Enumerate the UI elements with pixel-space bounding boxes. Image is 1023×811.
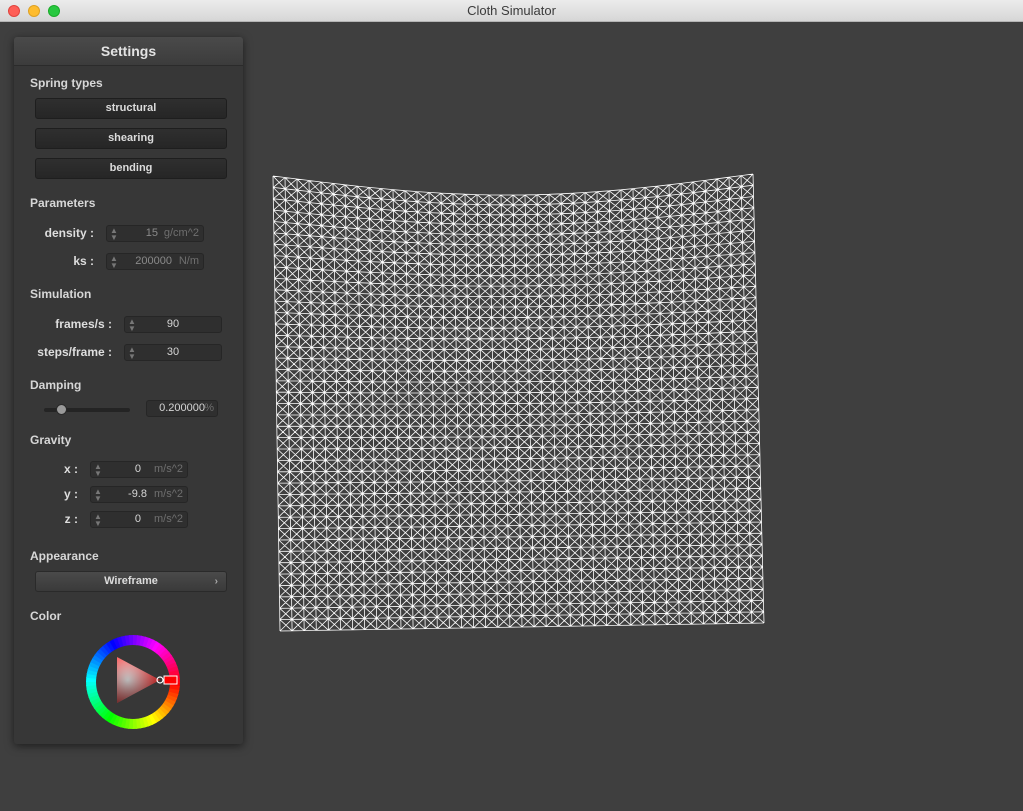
window-title: Cloth Simulator <box>467 3 556 18</box>
gravity-x-label: x : <box>63 462 78 476</box>
gravity-z-field[interactable]: ▲ ▼ 0 m/s^2 <box>90 511 188 528</box>
fps-value: 90 <box>166 318 180 330</box>
ks-label: ks : <box>73 254 94 268</box>
appearance-dropdown[interactable]: Wireframe › <box>35 571 227 592</box>
color-wheel[interactable] <box>86 635 180 734</box>
spinner-icon[interactable]: ▲ ▼ <box>94 513 102 528</box>
steps-value: 30 <box>166 346 180 358</box>
damping-unit: % <box>204 402 214 414</box>
color-wheel-graphic[interactable] <box>86 635 180 729</box>
ks-unit: N/m <box>178 255 199 267</box>
fps-field[interactable]: ▲ ▼ 90 <box>124 316 222 333</box>
chevron-right-icon: › <box>214 576 218 587</box>
spring-types-heading: Spring types <box>30 76 103 90</box>
damping-value: 0.200000 <box>159 402 205 414</box>
settings-header[interactable]: Settings <box>14 37 243 66</box>
spinner-icon[interactable]: ▲ ▼ <box>94 463 102 478</box>
appearance-selected: Wireframe <box>104 575 158 587</box>
steps-label: steps/frame : <box>37 345 112 359</box>
cloth-viewport[interactable] <box>270 170 770 640</box>
parameters-heading: Parameters <box>30 196 96 210</box>
damping-slider-handle[interactable] <box>55 404 67 415</box>
bending-button[interactable]: bending <box>35 158 227 179</box>
simulation-heading: Simulation <box>30 287 92 301</box>
spinner-icon[interactable]: ▲ ▼ <box>94 488 102 503</box>
gravity-y-field[interactable]: ▲ ▼ -9.8 m/s^2 <box>90 486 188 503</box>
ks-field[interactable]: ▲ ▼ 200000 N/m <box>106 253 204 270</box>
color-heading: Color <box>30 609 62 623</box>
gravity-y-value: -9.8 <box>128 488 147 500</box>
shearing-button[interactable]: shearing <box>35 128 227 149</box>
gravity-x-unit: m/s^2 <box>154 463 183 475</box>
gravity-y-unit: m/s^2 <box>154 488 183 500</box>
spinner-icon[interactable]: ▲ ▼ <box>110 255 118 270</box>
spinner-icon[interactable]: ▲ ▼ <box>110 227 118 242</box>
gravity-z-unit: m/s^2 <box>154 513 183 525</box>
appearance-heading: Appearance <box>30 549 99 563</box>
settings-panel: Settings Spring types structural shearin… <box>14 37 243 744</box>
fps-label: frames/s : <box>55 317 112 331</box>
density-value: 15 <box>145 227 158 239</box>
gravity-y-label: y : <box>63 487 78 501</box>
saturation-triangle-shade <box>117 657 160 703</box>
title-bar: Cloth Simulator <box>0 0 1023 22</box>
gravity-x-value: 0 <box>134 463 141 475</box>
density-unit: g/cm^2 <box>163 227 199 239</box>
density-label: density : <box>44 226 94 240</box>
structural-button[interactable]: structural <box>35 98 227 119</box>
gravity-x-field[interactable]: ▲ ▼ 0 m/s^2 <box>90 461 188 478</box>
damping-field[interactable]: 0.200000 % <box>146 400 218 417</box>
gravity-z-label: z : <box>64 512 78 526</box>
ks-value: 200000 <box>135 255 172 267</box>
steps-field[interactable]: ▲ ▼ 30 <box>124 344 222 361</box>
hue-handle[interactable] <box>163 675 178 685</box>
cloth-mesh-lines <box>272 173 765 632</box>
damping-heading: Damping <box>30 378 82 392</box>
density-field[interactable]: ▲ ▼ 15 g/cm^2 <box>106 225 204 242</box>
cloth-wireframe[interactable] <box>270 170 770 635</box>
gravity-heading: Gravity <box>30 433 72 447</box>
gravity-z-value: 0 <box>134 513 141 525</box>
